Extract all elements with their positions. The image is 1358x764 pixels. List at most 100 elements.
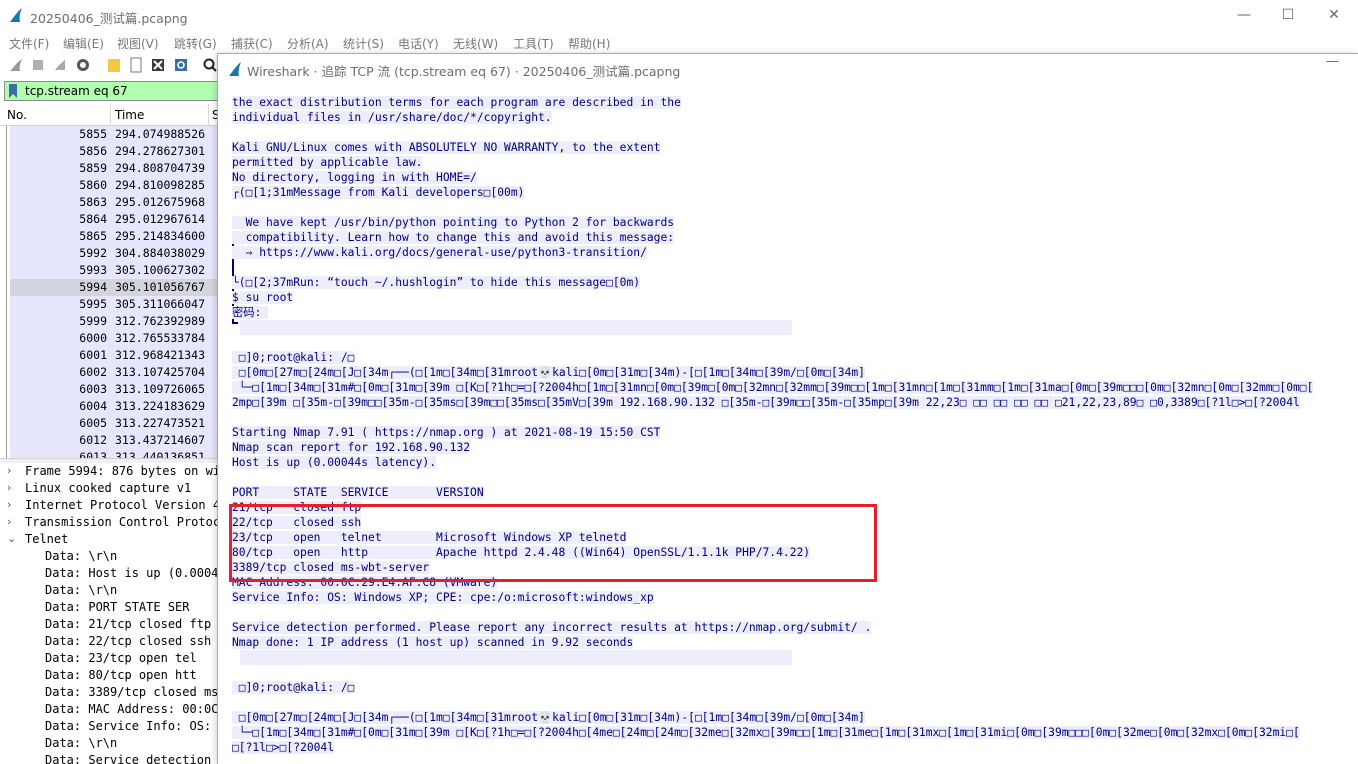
packet-row[interactable]: 6001 312.968421343 — [0, 347, 222, 364]
expand-arrow-icon[interactable]: › — [7, 481, 11, 494]
related-packet-gutter — [0, 245, 10, 262]
menu-analyze[interactable]: 分析(A) — [287, 35, 329, 52]
packet-number: 5994 — [79, 280, 107, 294]
packet-row[interactable]: 5856 294.278627301 — [0, 143, 222, 160]
stream-line-text: □[0m□[27m□[24m□[J□[34m┌──(□[1m□[34m□[31m… — [232, 366, 865, 379]
conversation-line — [6, 381, 7, 398]
packet-row[interactable]: 6005 313.227473521 — [0, 415, 222, 432]
column-no[interactable]: No. — [7, 108, 27, 122]
stop-capture-icon[interactable] — [30, 57, 46, 73]
stream-line-text: □[?1l□>□[?2004l — [232, 741, 335, 754]
detail-tree-item[interactable]: Data: \r\n — [0, 736, 222, 753]
detail-tree-item[interactable]: › Frame 5994: 876 bytes on wi — [0, 464, 222, 481]
packet-row[interactable]: 5865 295.214834600 — [0, 228, 222, 245]
stream-line-text: Starting Nmap 7.91 ( https://nmap.org ) … — [232, 426, 661, 439]
detail-tree-item[interactable]: Data: PORT STATE SER — [0, 600, 222, 617]
menu-help[interactable]: 帮助(H) — [568, 35, 610, 52]
detail-tree-item[interactable]: Data: Service detection — [0, 753, 222, 764]
menu-statistics[interactable]: 统计(S) — [343, 35, 384, 52]
expand-arrow-icon[interactable]: › — [7, 498, 11, 511]
menu-capture[interactable]: 捕获(C) — [231, 35, 273, 52]
packet-row[interactable]: 5864 295.012967614 — [0, 211, 222, 228]
packet-row[interactable]: 6002 313.107425704 — [0, 364, 222, 381]
detail-tree-item[interactable]: Data: \r\n — [0, 583, 222, 600]
related-packet-gutter — [0, 228, 10, 245]
display-filter-bar[interactable]: tcp.stream eq 67 — [4, 81, 222, 101]
expand-arrow-icon[interactable]: ⌄ — [7, 532, 16, 545]
stream-line: ┌(□[1;31mMessage from Kali developers□[0… — [232, 185, 525, 200]
packet-row[interactable]: 5993 305.100627302 — [0, 262, 222, 279]
open-file-icon[interactable] — [106, 57, 122, 73]
related-packet-gutter — [0, 262, 10, 279]
close-button[interactable]: ✕ — [1311, 0, 1357, 31]
detail-tree-item[interactable]: Data: 21/tcp closed ftp — [0, 617, 222, 634]
packet-row[interactable]: 5855 294.074988526 — [0, 126, 222, 143]
reload-file-icon[interactable] — [173, 57, 189, 73]
menu-edit[interactable]: 编辑(E) — [63, 35, 104, 52]
detail-item-label: Data: \r\n — [45, 736, 118, 750]
packet-row[interactable]: 5999 312.762392989 — [0, 313, 222, 330]
menu-file[interactable]: 文件(F) — [9, 35, 49, 52]
detail-tree-item[interactable]: Data: Host is up (0.00044 — [0, 566, 222, 583]
menu-view[interactable]: 视图(V) — [117, 35, 159, 52]
packet-row[interactable]: 6003 313.109726065 — [0, 381, 222, 398]
stream-line-text: □]0;root@kali: /□ — [232, 351, 355, 364]
detail-tree-item[interactable]: › Linux cooked capture v1 — [0, 481, 222, 498]
conversation-line — [6, 347, 7, 364]
expand-arrow-icon[interactable]: › — [7, 515, 11, 528]
packet-time: 305.101056767 — [115, 280, 206, 294]
stream-line: □]0;root@kali: /□ — [232, 350, 355, 365]
file-icon[interactable] — [128, 57, 144, 73]
detail-tree-item[interactable]: › Transmission Control Protoco — [0, 515, 222, 532]
display-filter-input[interactable]: tcp.stream eq 67 — [25, 84, 128, 98]
column-separator[interactable] — [110, 104, 111, 126]
stream-line-text: No directory, logging in with HOME=/ — [232, 171, 477, 184]
packet-details-tree[interactable]: › Frame 5994: 876 bytes on wi › Linux cooke… — [0, 463, 222, 764]
packet-row[interactable]: 5863 295.012675968 — [0, 194, 222, 211]
packet-list-header: No. Time S — [0, 104, 222, 126]
packet-row[interactable]: 6013 313.440136851 — [0, 449, 222, 458]
menu-tools[interactable]: 工具(T) — [513, 35, 554, 52]
column-separator[interactable] — [208, 104, 209, 126]
packet-row[interactable]: 5859 294.808704739 — [0, 160, 222, 177]
packet-row[interactable]: 6012 313.437214607 — [0, 432, 222, 449]
menu-telephony[interactable]: 电话(Y) — [398, 35, 439, 52]
menu-wireless[interactable]: 无线(W) — [453, 35, 498, 52]
menu-bar: 文件(F) 编辑(E) 视图(V) 跳转(G) 捕获(C) 分析(A) 统计(S… — [0, 31, 1358, 53]
packet-row[interactable]: 5860 294.810098285 — [0, 177, 222, 194]
column-time[interactable]: Time — [115, 108, 144, 122]
minimize-button[interactable]: — — [1221, 0, 1267, 31]
detail-tree-item[interactable]: Data: \r\n — [0, 549, 222, 566]
detail-tree-item[interactable]: › Internet Protocol Version 4, — [0, 498, 222, 515]
packet-row[interactable]: 5995 305.311066047 — [0, 296, 222, 313]
expand-arrow-icon[interactable]: › — [7, 464, 11, 477]
dialog-minimize-button[interactable]: — — [1326, 54, 1339, 69]
wireshark-fin-icon — [10, 8, 22, 22]
menu-go[interactable]: 跳转(G) — [174, 35, 217, 52]
shark-fin-start-icon[interactable] — [8, 57, 24, 73]
detail-tree-item[interactable]: ⌄ Telnet — [0, 532, 222, 549]
detail-tree-item[interactable]: Data: 3389/tcp closed ms- — [0, 685, 222, 702]
detail-tree-item[interactable]: Data: MAC Address: 00:0C: — [0, 702, 222, 719]
packet-row[interactable]: 5992 304.884038029 — [0, 245, 222, 262]
find-packet-icon[interactable] — [202, 57, 218, 73]
packet-row[interactable]: 6000 312.765533784 — [0, 330, 222, 347]
detail-tree-item[interactable]: Data: 22/tcp closed ssh — [0, 634, 222, 651]
detail-tree-item[interactable]: Data: Service Info: OS: W — [0, 719, 222, 736]
maximize-button[interactable]: ☐ — [1265, 0, 1311, 31]
bookmark-icon[interactable] — [7, 83, 19, 99]
conversation-line — [6, 330, 7, 347]
stream-line-text: □]0;root@kali: /□ — [232, 681, 355, 694]
dialog-title: Wireshark · 追踪 TCP 流 (tcp.stream eq 67) … — [247, 64, 681, 79]
restart-capture-icon[interactable] — [52, 57, 68, 73]
capture-options-icon[interactable] — [75, 57, 91, 73]
close-file-icon[interactable] — [150, 57, 166, 73]
detail-tree-item[interactable]: Data: 80/tcp open htt — [0, 668, 222, 685]
packet-number: 5859 — [79, 161, 107, 175]
packet-row[interactable]: 5994 305.101056767 — [0, 279, 222, 296]
related-packet-gutter — [0, 126, 10, 143]
detail-tree-item[interactable]: Data: 23/tcp open tel — [0, 651, 222, 668]
packet-row[interactable]: 6004 313.224183629 — [0, 398, 222, 415]
packet-list[interactable]: 5855 294.074988526 5856 294.278627301 5859 29… — [0, 126, 222, 458]
tcp-stream-text[interactable]: the exact distribution terms for each pr… — [232, 95, 1358, 764]
